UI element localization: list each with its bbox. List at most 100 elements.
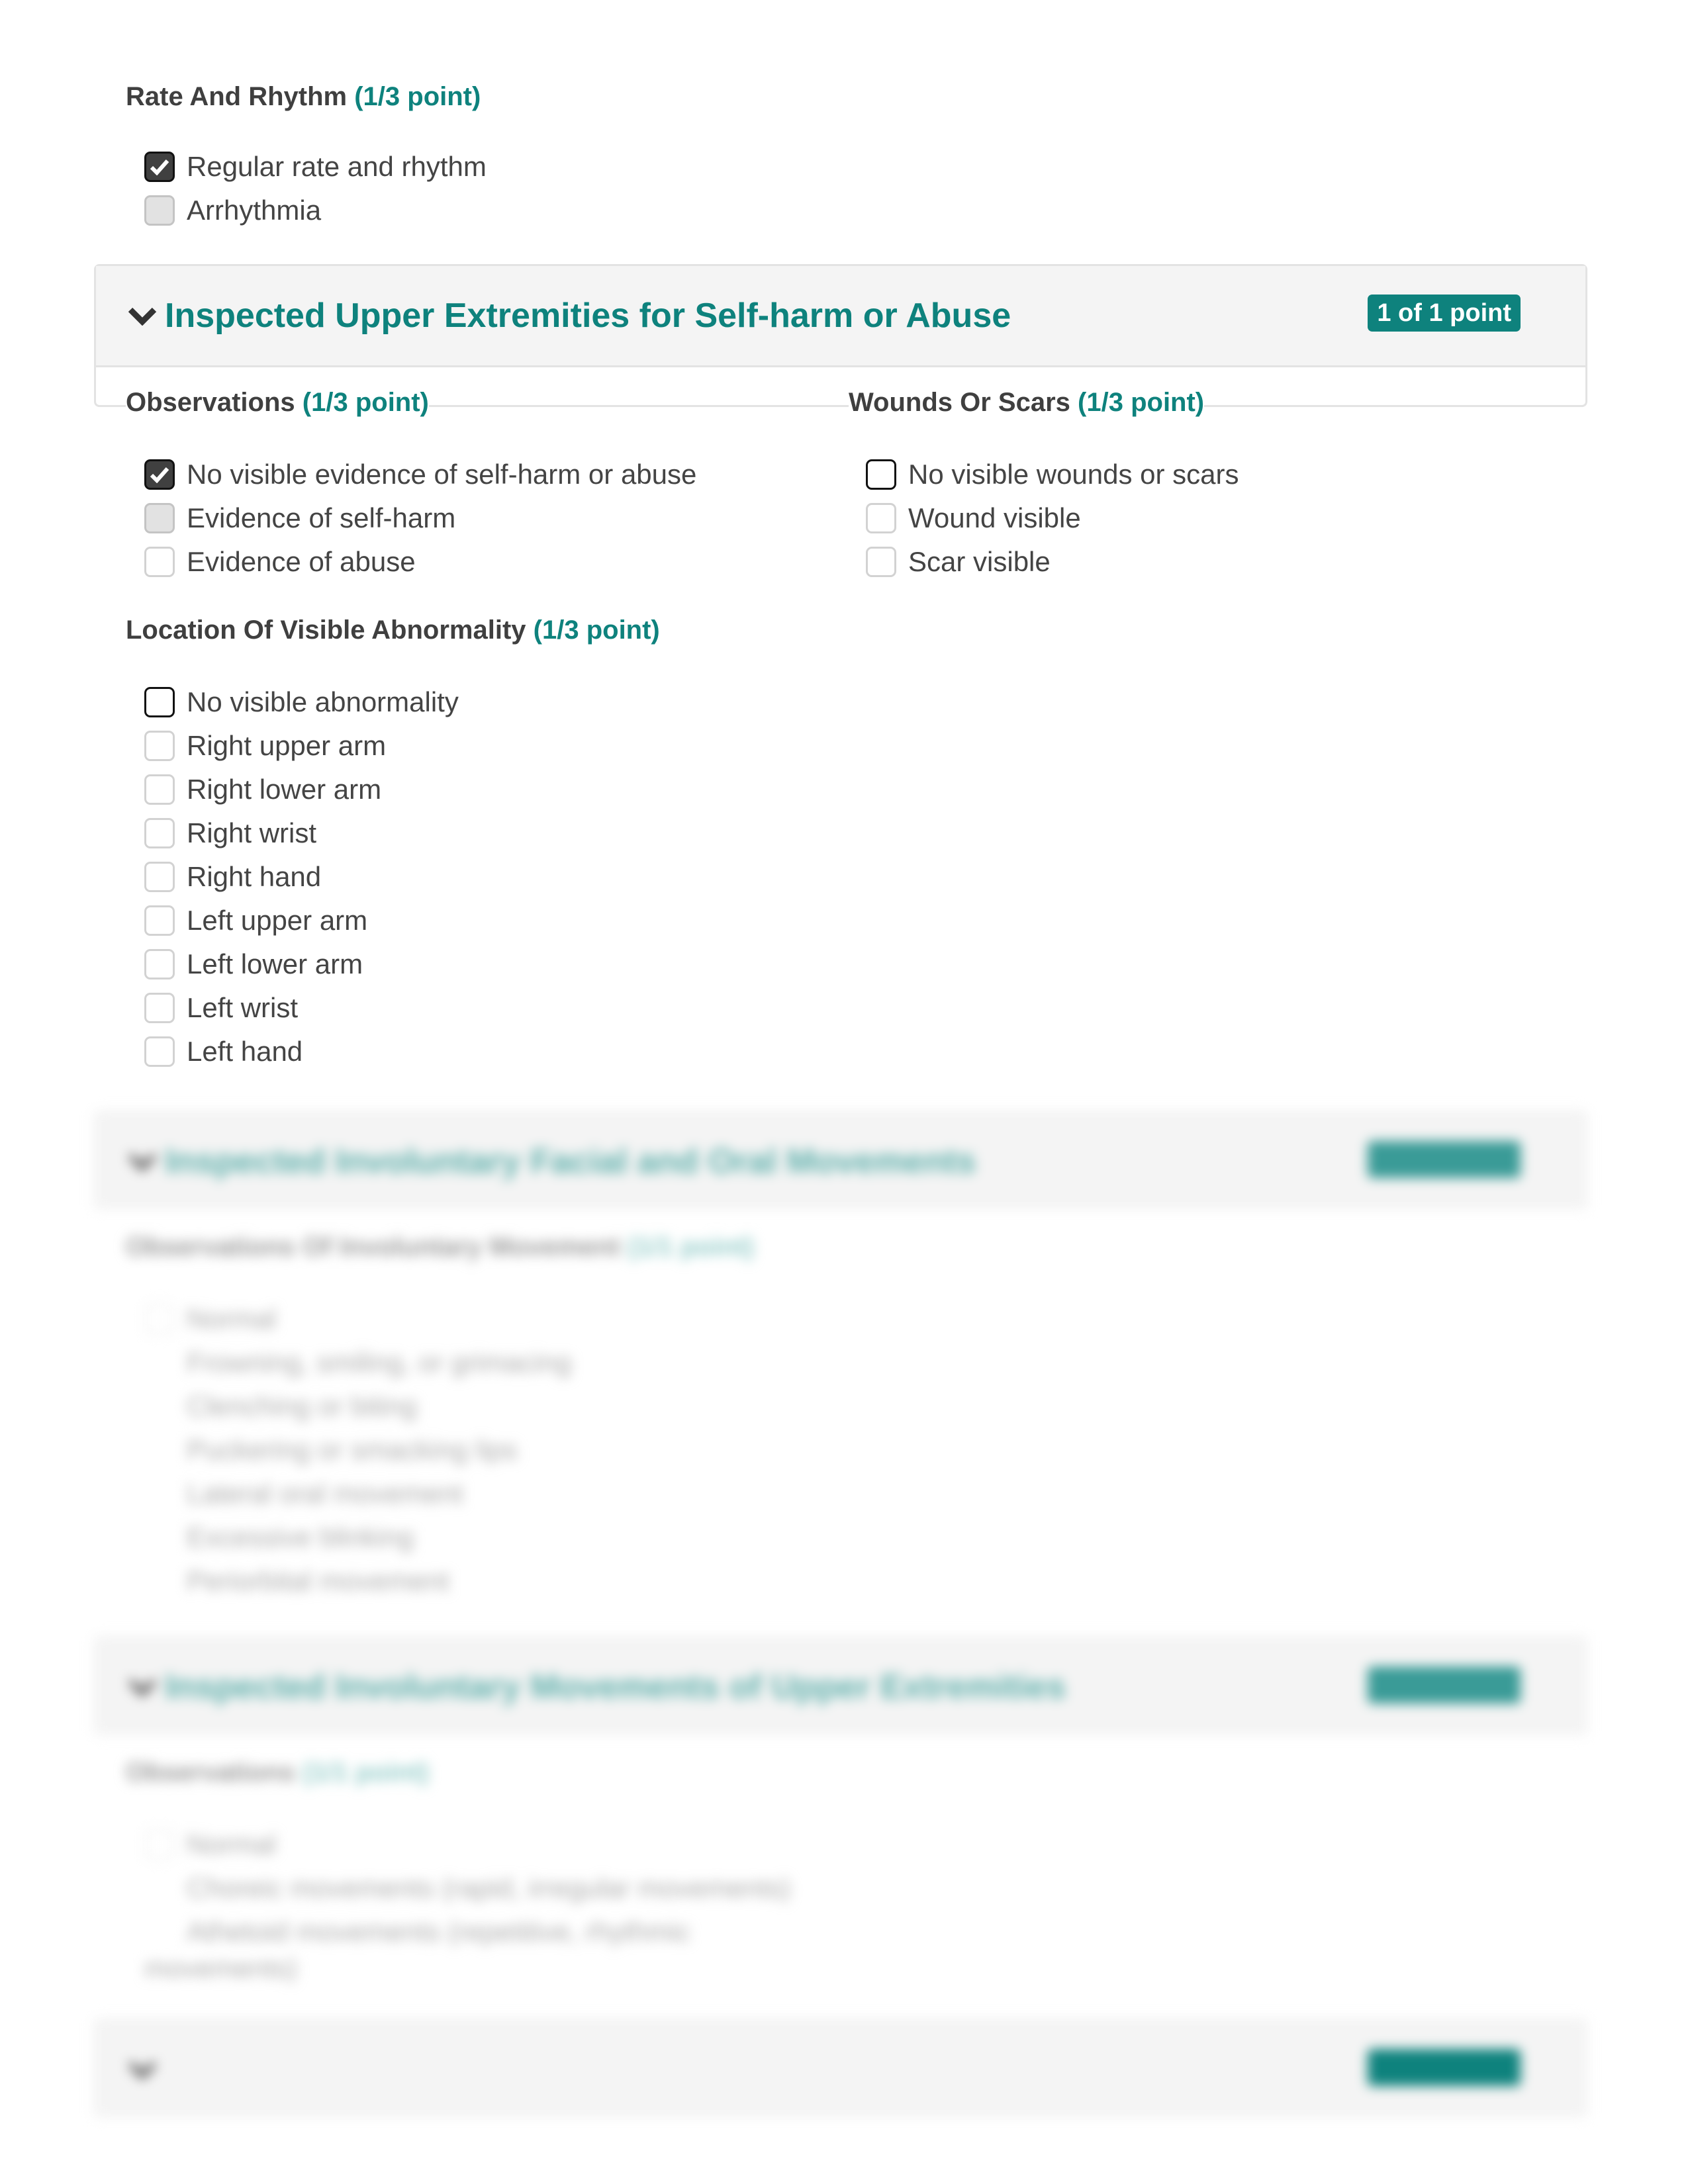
checkbox-icon[interactable]	[144, 731, 175, 761]
question-label: Observations	[126, 388, 295, 417]
option-left-hand[interactable]: Left hand	[144, 1030, 459, 1073]
checkbox-icon[interactable]	[144, 195, 175, 226]
option-label: No visible wounds or scars	[908, 459, 1239, 490]
option-left-upper-arm[interactable]: Left upper arm	[144, 899, 459, 942]
option-label: Left wrist	[187, 992, 299, 1023]
checkbox-icon[interactable]	[866, 503, 896, 533]
panel-title: Inspected Upper Extremities for Self-har…	[165, 296, 1011, 335]
option[interactable]: Periorbital movement	[144, 1559, 571, 1603]
checkbox-icon[interactable]	[144, 774, 175, 805]
option[interactable]: Lateral oral movement	[144, 1472, 571, 1516]
option-no-wounds[interactable]: No visible wounds or scars	[866, 453, 1239, 496]
panel-header[interactable]: Inspected Upper Extremities for Self-har…	[96, 266, 1585, 367]
option-right-wrist[interactable]: Right wrist	[144, 811, 459, 855]
checkbox-icon[interactable]	[144, 687, 175, 717]
option-regular-rate[interactable]: Regular rate and rhythm	[144, 145, 487, 189]
facial-panel: Inspected Involuntary Facial and Oral Mo…	[94, 1111, 1587, 1210]
option-evidence-abuse[interactable]: Evidence of abuse	[144, 540, 696, 584]
checkbox-icon[interactable]	[144, 503, 175, 533]
checkbox-icon[interactable]	[144, 1566, 175, 1596]
checkbox-icon[interactable]	[144, 1873, 175, 1903]
option[interactable]: Choreic movements (rapid, irregular move…	[144, 1866, 791, 1910]
option-scar-visible[interactable]: Scar visible	[866, 540, 1239, 584]
option-label: Left upper arm	[187, 905, 368, 936]
location-options: No visible abnormality Right upper arm R…	[144, 680, 459, 1073]
chevron-down-icon[interactable]	[128, 1677, 157, 1697]
question-label: Rate And Rhythm	[126, 82, 348, 111]
checkbox-icon[interactable]	[866, 547, 896, 577]
points-label: (1/3 point)	[354, 82, 481, 111]
chevron-down-icon[interactable]	[128, 306, 157, 326]
option-label: Wound visible	[908, 502, 1081, 533]
panel-header[interactable]: Inspected Involuntary Facial and Oral Mo…	[96, 1113, 1585, 1210]
checkbox-icon[interactable]	[144, 1036, 175, 1067]
points-label: (1/3 point)	[302, 388, 429, 417]
chevron-down-icon[interactable]	[128, 2060, 157, 2079]
checkbox-icon[interactable]	[144, 818, 175, 848]
checkbox-checked-icon[interactable]	[144, 459, 175, 490]
option[interactable]: Puckering or smacking lips	[144, 1428, 571, 1472]
option-left-lower-arm[interactable]: Left lower arm	[144, 942, 459, 986]
chevron-down-icon[interactable]	[128, 1152, 157, 1171]
option-right-upper-arm[interactable]: Right upper arm	[144, 724, 459, 768]
panel-header[interactable]: Inspected Involuntary Movements of Upper…	[96, 1638, 1585, 1735]
panel-header[interactable]: 1 of 1 point	[96, 2021, 1585, 2118]
rate-rhythm-options: Regular rate and rhythm Arrhythmia	[144, 145, 487, 232]
checkbox-icon[interactable]	[144, 1304, 175, 1334]
upper-movements-panel: Inspected Involuntary Movements of Upper…	[94, 1636, 1587, 1735]
option-wound-visible[interactable]: Wound visible	[866, 496, 1239, 540]
panel-title: Inspected Involuntary Facial and Oral Mo…	[165, 1142, 976, 1181]
checkbox-checked-icon[interactable]	[144, 152, 175, 182]
checkbox-icon[interactable]	[144, 1391, 175, 1422]
checkbox-icon[interactable]	[144, 905, 175, 936]
checkbox-icon[interactable]	[144, 993, 175, 1023]
upper-options: Normal Choreic movements (rapid, irregul…	[144, 1823, 791, 1954]
option[interactable]: Normal	[144, 1823, 791, 1866]
observations-options: No visible evidence of self-harm or abus…	[144, 453, 696, 584]
upper-extremities-panel: Inspected Upper Extremities for Self-har…	[94, 264, 1587, 407]
option-label: Right hand	[187, 861, 322, 892]
checkbox-icon[interactable]	[144, 949, 175, 979]
option[interactable]: Athetoid movements (repetitive, rhythmic	[144, 1910, 791, 1954]
option-label: No visible abnormality	[187, 686, 459, 717]
checkbox-icon[interactable]	[144, 1917, 175, 1947]
next-panel: 1 of 1 point	[94, 2019, 1587, 2118]
option[interactable]: Excessive blinking	[144, 1516, 571, 1559]
option-no-abnormality[interactable]: No visible abnormality	[144, 680, 459, 724]
checkbox-icon[interactable]	[144, 862, 175, 892]
location-title: Location Of Visible Abnormality (1/3 poi…	[126, 615, 660, 645]
option-label: Choreic movements (rapid, irregular move…	[187, 1872, 791, 1903]
checkbox-icon[interactable]	[144, 1435, 175, 1465]
checkbox-icon[interactable]	[144, 1829, 175, 1860]
option[interactable]: Normal	[144, 1297, 571, 1341]
option-right-lower-arm[interactable]: Right lower arm	[144, 768, 459, 811]
option-evidence-self-harm[interactable]: Evidence of self-harm	[144, 496, 696, 540]
option-label: Arrhythmia	[187, 195, 322, 226]
option-label: Lateral oral movement	[187, 1478, 463, 1509]
points-label: (1/1 point)	[627, 1232, 755, 1261]
option-label: Frowning, smiling, or grimacing	[187, 1347, 572, 1378]
option-label: Scar visible	[908, 546, 1051, 577]
checkbox-icon[interactable]	[144, 1479, 175, 1509]
checkbox-icon[interactable]	[144, 547, 175, 577]
points-label: (1/3 point)	[1078, 388, 1205, 417]
option-no-evidence[interactable]: No visible evidence of self-harm or abus…	[144, 453, 696, 496]
option-label: Normal	[187, 1303, 277, 1334]
option[interactable]: Frowning, smiling, or grimacing	[144, 1341, 571, 1385]
score-badge: 1 of 1 point	[1368, 2049, 1521, 2086]
score-badge: 1 of 1 point	[1368, 1141, 1521, 1178]
checkbox-icon[interactable]	[866, 459, 896, 490]
score-badge: 1 of 1 point	[1368, 295, 1521, 332]
option-arrhythmia[interactable]: Arrhythmia	[144, 189, 487, 232]
option-label: Normal	[187, 1829, 277, 1860]
checkbox-icon[interactable]	[144, 1347, 175, 1378]
wounds-title: Wounds Or Scars (1/3 point)	[849, 388, 1205, 418]
score-badge: 1 of 1 point	[1368, 1666, 1521, 1704]
checkbox-icon[interactable]	[144, 1522, 175, 1553]
points-label: (1/3 point)	[533, 615, 660, 645]
option-label: Clenching or biting	[187, 1390, 417, 1422]
option-right-hand[interactable]: Right hand	[144, 855, 459, 899]
option-label: Evidence of abuse	[187, 546, 416, 577]
option[interactable]: Clenching or biting	[144, 1385, 571, 1428]
option-left-wrist[interactable]: Left wrist	[144, 986, 459, 1030]
